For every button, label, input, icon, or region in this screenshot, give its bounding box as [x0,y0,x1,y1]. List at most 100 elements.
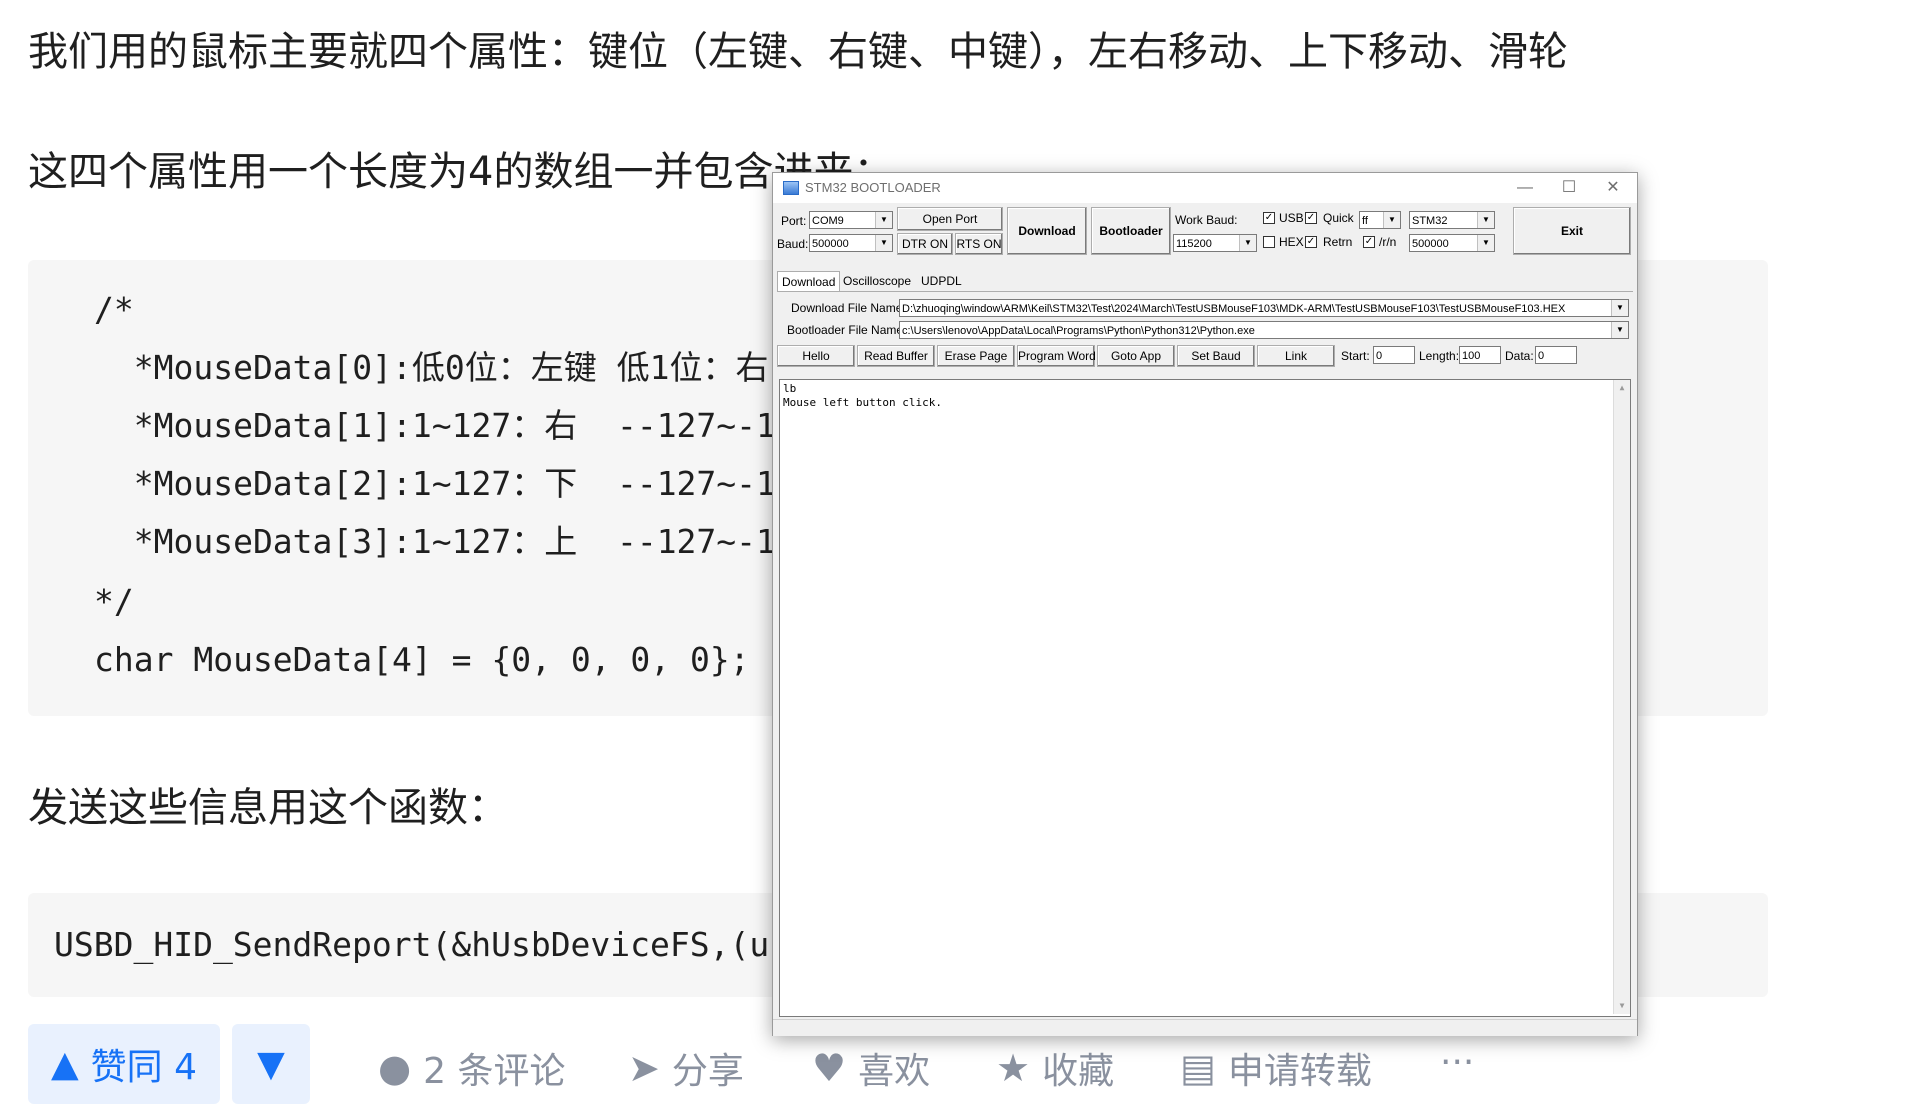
tab-panel-border [777,291,1633,292]
retrn-label: Retrn [1323,235,1353,249]
favorite-button[interactable]: ★ 收藏 [996,1042,1114,1094]
download-file-select[interactable]: D:\zhuoqing\window\ARM\Keil\STM32\Test\2… [899,299,1629,317]
open-port-button[interactable]: Open Port [897,207,1003,231]
exit-button[interactable]: Exit [1513,207,1631,255]
minimize-button[interactable]: — [1503,175,1547,201]
code-line: /* [94,290,134,329]
paragraph-mouse-attributes: 我们用的鼠标主要就四个属性：键位（左键、右键、中键），左右移动、上下移动、滑轮 [28,29,1568,75]
app-icon [783,181,799,195]
status-bar [773,1019,1637,1036]
scroll-up-icon[interactable]: ▲ [1614,380,1630,396]
start-input[interactable]: 0 [1373,346,1415,364]
bootloader-button[interactable]: Bootloader [1091,207,1171,255]
output-console[interactable]: lb Mouse left button click. ▲ ▼ [779,379,1631,1017]
maximize-icon: ☐ [1561,179,1577,196]
triangle-down-icon: ▼ [257,1043,285,1085]
hex-checkbox[interactable] [1263,236,1275,248]
comments-button[interactable]: ● 2 条评论 [378,1042,566,1094]
maximize-button[interactable]: ☐ [1547,175,1591,201]
chip-baud-select[interactable]: 500000 ▼ [1409,234,1495,252]
usb-checkbox[interactable]: ✓ [1263,212,1275,224]
tab-download[interactable]: Download [777,271,841,292]
close-icon: ✕ [1606,179,1620,196]
console-line: lb [783,382,797,395]
upvote-label: 赞同 4 [90,1047,198,1088]
bootloader-file-label: Bootloader File Name: [787,323,907,337]
tab-udpdl[interactable]: UDPDL [917,271,966,291]
download-button[interactable]: Download [1007,207,1087,255]
stm32-bootloader-window: STM32 BOOTLOADER — ☐ ✕ Port: COM9 ▼ Baud… [772,172,1638,1036]
favorite-label: 收藏 [1042,1051,1115,1092]
retrn-checkbox[interactable]: ✓ [1305,236,1317,248]
checkmark-icon: ✓ [1306,236,1316,247]
code-line: *MouseData[2]:1~127：下 --127~-1 [94,464,776,503]
code-line: *MouseData[3]:1~127：上 --127~-1 [94,522,776,561]
document-icon: ▤ [1180,1046,1216,1090]
code-line: */ [94,582,134,621]
checkmark-icon: ✓ [1306,212,1316,223]
work-baud-label: Work Baud: [1175,213,1238,227]
goto-app-button[interactable]: Goto App [1097,345,1175,367]
window-title: STM32 BOOTLOADER [805,180,941,195]
star-icon: ★ [996,1046,1031,1090]
baud-select[interactable]: 500000 ▼ [809,234,893,252]
baud-label: Baud: [777,237,809,251]
port-label: Port: [781,214,807,228]
download-file-label: Download File Name: [791,301,906,315]
vertical-scrollbar[interactable]: ▲ ▼ [1613,380,1630,1014]
share-button[interactable]: ➤ 分享 [628,1042,744,1094]
set-baud-button[interactable]: Set Baud [1177,345,1255,367]
bootloader-file-select[interactable]: c:\Users\lenovo\AppData\Local\Programs\P… [899,321,1629,339]
chip-select[interactable]: STM32 ▼ [1409,211,1495,229]
checkmark-icon: ✓ [1264,212,1274,223]
quick-select[interactable]: ff ▼ [1359,211,1401,229]
rn-checkbox[interactable]: ✓ [1363,236,1375,248]
paragraph-array-intro: 这四个属性用一个长度为4的数组一并包含进来： [28,149,894,195]
hello-button[interactable]: Hello [777,345,855,367]
quick-label: Quick [1323,211,1354,225]
read-buffer-button[interactable]: Read Buffer [857,345,935,367]
chevron-down-icon: ▼ [1611,300,1628,316]
close-button[interactable]: ✕ [1591,175,1635,201]
download-file-value: D:\zhuoqing\window\ARM\Keil\STM32\Test\2… [902,303,1566,315]
quick-value: ff [1362,215,1368,227]
repost-label: 申请转载 [1227,1051,1372,1092]
scroll-down-icon[interactable]: ▼ [1614,998,1630,1014]
checkmark-icon: ✓ [1364,236,1374,247]
data-input[interactable]: 0 [1535,346,1577,364]
chevron-down-icon: ▼ [875,212,892,228]
rts-button[interactable]: RTS ON [955,233,1003,255]
program-word-button[interactable]: Program Word [1017,345,1096,367]
quick-checkbox[interactable]: ✓ [1305,212,1317,224]
work-baud-select[interactable]: 115200 ▼ [1173,234,1257,252]
tab-oscilloscope[interactable]: Oscilloscope [839,271,915,291]
repost-request-button[interactable]: ▤ 申请转载 [1180,1042,1372,1094]
chevron-down-icon: ▼ [875,235,892,251]
port-value: COM9 [812,215,844,227]
erase-page-button[interactable]: Erase Page [937,345,1015,367]
length-label: Length: [1419,349,1460,363]
chevron-down-icon: ▼ [1477,212,1494,228]
more-button[interactable]: ··· [1440,1042,1474,1083]
heart-icon: ♥ [812,1046,847,1090]
chevron-down-icon: ▼ [1611,322,1628,338]
chevron-down-icon: ▼ [1383,212,1400,228]
bootloader-file-value: c:\Users\lenovo\AppData\Local\Programs\P… [902,325,1255,337]
dtr-button[interactable]: DTR ON [897,233,953,255]
window-titlebar[interactable]: STM32 BOOTLOADER — ☐ ✕ [773,173,1637,203]
code-line: char MouseData[4] = {0, 0, 0, 0}; [94,640,750,679]
console-line: Mouse left button click. [783,396,942,409]
length-input[interactable]: 100 [1459,346,1501,364]
port-select[interactable]: COM9 ▼ [809,211,893,229]
start-label: Start: [1341,349,1370,363]
link-button[interactable]: Link [1257,345,1335,367]
like-label: 喜欢 [858,1051,931,1092]
work-baud-value: 115200 [1176,238,1212,250]
upvote-button[interactable]: ▲ 赞同 4 [28,1024,220,1104]
share-label: 分享 [671,1051,744,1092]
triangle-up-icon: ▲ [50,1043,79,1085]
downvote-button[interactable]: ▼ [232,1024,310,1104]
chevron-down-icon: ▼ [1239,235,1256,251]
paragraph-send-function: 发送这些信息用这个函数： [28,785,508,831]
like-button[interactable]: ♥ 喜欢 [812,1042,930,1094]
